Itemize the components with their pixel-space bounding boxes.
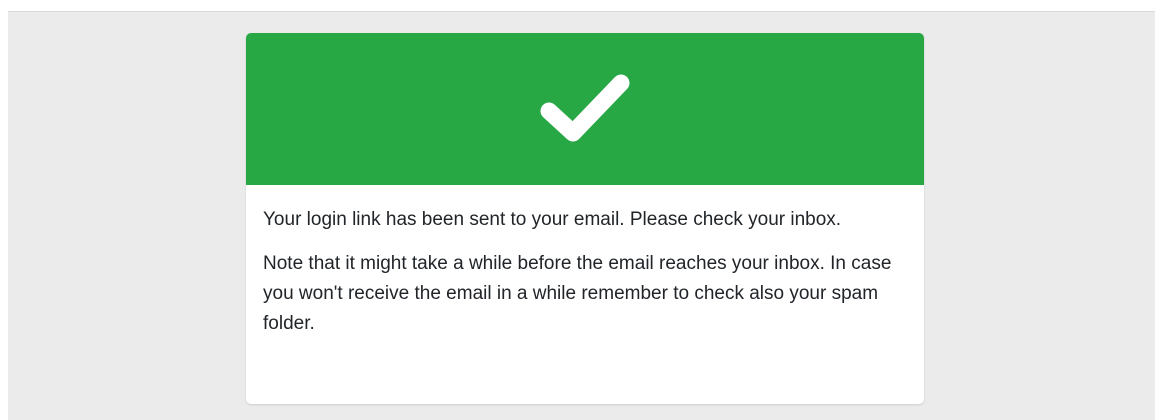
success-header: [246, 33, 924, 185]
login-link-sent-message: Your login link has been sent to your em…: [263, 209, 842, 230]
success-card: Your login link has been sent to your em…: [246, 33, 924, 404]
page-background: Your login link has been sent to your em…: [8, 11, 1155, 420]
message-body: Your login link has been sent to your em…: [246, 185, 924, 339]
check-icon: [540, 74, 630, 142]
spam-folder-note: Note that it might take a while before t…: [263, 253, 892, 334]
